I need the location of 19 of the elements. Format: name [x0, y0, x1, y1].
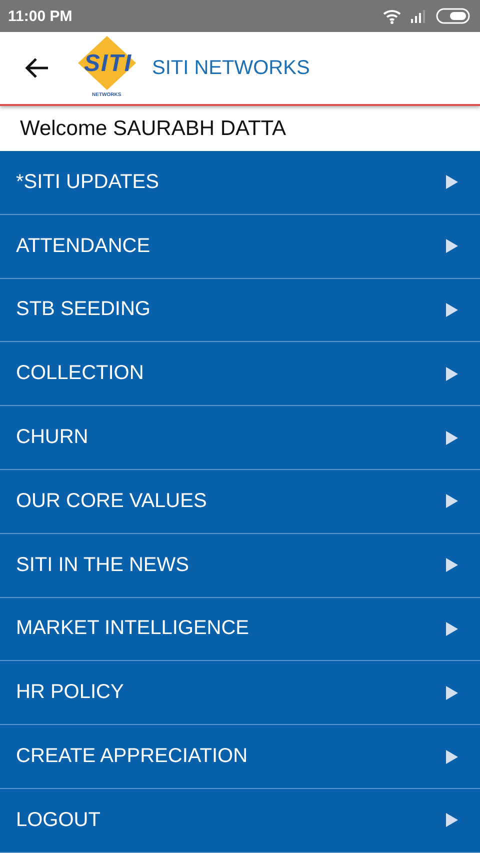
play-arrow-icon [446, 813, 458, 828]
welcome-text: Welcome SAURABH DATTA [0, 106, 480, 151]
menu-item[interactable]: STB SEEDING [0, 278, 480, 342]
wifi-icon [382, 8, 402, 24]
play-arrow-icon [446, 494, 458, 508]
signal-icon [410, 9, 428, 23]
play-arrow-icon [446, 366, 458, 381]
play-arrow-icon [446, 302, 458, 317]
play-arrow-icon [446, 430, 458, 445]
play-arrow-icon [446, 558, 458, 572]
play-arrow-icon [446, 239, 458, 254]
play-arrow-icon [446, 175, 458, 190]
battery-icon [436, 8, 472, 24]
play-arrow-icon [446, 622, 458, 636]
app-title: SITI NETWORKS [152, 56, 310, 80]
play-arrow-icon [446, 750, 458, 764]
menu-item[interactable]: MARKET INTELLIGENCE [0, 598, 480, 662]
play-arrow-icon [446, 686, 458, 700]
status-time: 11:00 PM [8, 8, 72, 24]
